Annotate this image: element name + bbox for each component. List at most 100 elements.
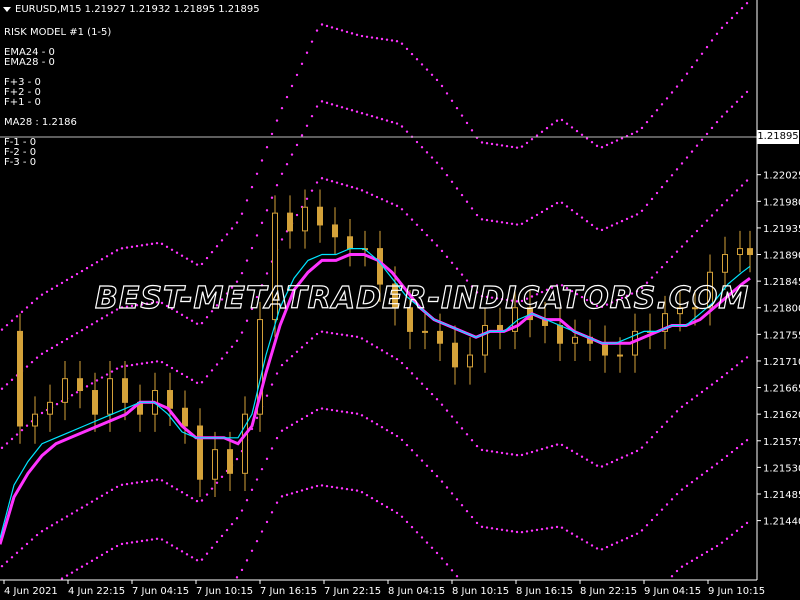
band-point xyxy=(500,528,504,531)
band-point xyxy=(225,351,229,354)
band-point xyxy=(90,323,94,326)
indicator-info-line: EMA28 - 0 xyxy=(4,57,55,68)
band-point xyxy=(695,229,699,233)
band-point xyxy=(275,119,279,122)
time-tick-label: 8 Jun 04:15 xyxy=(388,586,445,597)
band-point xyxy=(245,559,249,562)
band-point xyxy=(290,153,294,156)
band-point xyxy=(120,542,124,546)
band-point xyxy=(150,242,154,246)
band-point xyxy=(600,228,604,232)
band-point xyxy=(335,332,339,336)
band-point xyxy=(645,203,649,207)
time-tick-label: 8 Jun 10:15 xyxy=(452,586,509,597)
band-point xyxy=(640,529,644,532)
band-point xyxy=(510,222,514,225)
watermark: BEST-METATRADER-INDICATORS.COM xyxy=(95,281,749,316)
band-point xyxy=(345,487,349,491)
band-point xyxy=(340,106,344,109)
band-point xyxy=(590,140,594,144)
band-point xyxy=(230,522,234,526)
band-point xyxy=(15,315,19,318)
band-point xyxy=(300,346,304,349)
band-point xyxy=(65,278,69,282)
band-point xyxy=(5,560,9,563)
chart-menu-triangle-icon[interactable] xyxy=(3,7,11,12)
band-point xyxy=(60,281,64,285)
band-point xyxy=(85,266,89,270)
band-point xyxy=(545,207,549,211)
band-point xyxy=(130,245,134,249)
band-point xyxy=(745,521,749,525)
band-point xyxy=(690,65,694,69)
band-point xyxy=(715,462,719,465)
band-point xyxy=(405,130,409,133)
band-point xyxy=(740,95,744,99)
candle-body xyxy=(467,354,473,368)
band-point xyxy=(710,466,714,469)
band-point xyxy=(195,263,199,266)
band-point xyxy=(435,244,439,247)
band-point xyxy=(30,360,34,364)
band-point xyxy=(290,355,294,358)
band-point xyxy=(495,143,499,146)
band-point xyxy=(310,486,314,489)
band-point xyxy=(455,267,459,270)
band-point xyxy=(20,428,24,432)
band-point xyxy=(115,249,119,252)
band-point xyxy=(190,378,194,382)
band-point xyxy=(585,458,589,461)
band-point xyxy=(690,559,694,563)
band-point xyxy=(370,496,374,500)
band-point xyxy=(660,508,664,511)
band-point xyxy=(655,271,659,274)
band-point xyxy=(445,409,449,412)
band-point xyxy=(670,255,674,259)
band-point xyxy=(315,29,319,32)
band-point xyxy=(305,197,309,200)
band-point xyxy=(425,68,429,71)
band-point xyxy=(715,379,719,383)
band-point xyxy=(395,511,399,515)
band-point xyxy=(380,502,384,506)
band-point xyxy=(195,322,199,325)
band-point xyxy=(355,412,359,415)
band-point xyxy=(255,478,259,481)
band-point xyxy=(730,368,734,371)
band-point xyxy=(265,394,269,397)
band-point xyxy=(350,185,354,189)
band-point xyxy=(475,213,479,217)
band-point xyxy=(325,101,329,105)
band-point xyxy=(530,529,534,532)
band-point xyxy=(455,498,459,501)
time-tick-label: 7 Jun 04:15 xyxy=(132,586,189,597)
band-point xyxy=(535,449,539,452)
band-point xyxy=(85,385,89,388)
band-point xyxy=(425,464,429,467)
band-point xyxy=(230,227,234,230)
band-point xyxy=(95,320,99,323)
band-point xyxy=(65,515,69,518)
band-point xyxy=(75,272,79,276)
band-point xyxy=(435,398,439,401)
band-point xyxy=(140,539,144,543)
band-point xyxy=(735,364,739,367)
band-point xyxy=(100,553,104,557)
band-point xyxy=(205,256,209,260)
band-point xyxy=(495,527,499,531)
band-point xyxy=(655,513,659,517)
band-point xyxy=(370,36,374,39)
band-point xyxy=(675,85,679,88)
band-point xyxy=(440,249,444,253)
band-point xyxy=(395,357,399,361)
band-point xyxy=(40,293,44,296)
band-point xyxy=(550,526,554,529)
band-point xyxy=(120,483,124,487)
band-point xyxy=(735,446,739,450)
band-point xyxy=(280,363,284,367)
band-point xyxy=(355,489,359,492)
band-point xyxy=(690,398,694,401)
band-point xyxy=(385,200,389,203)
band-point xyxy=(605,545,609,549)
band-point xyxy=(745,356,749,359)
